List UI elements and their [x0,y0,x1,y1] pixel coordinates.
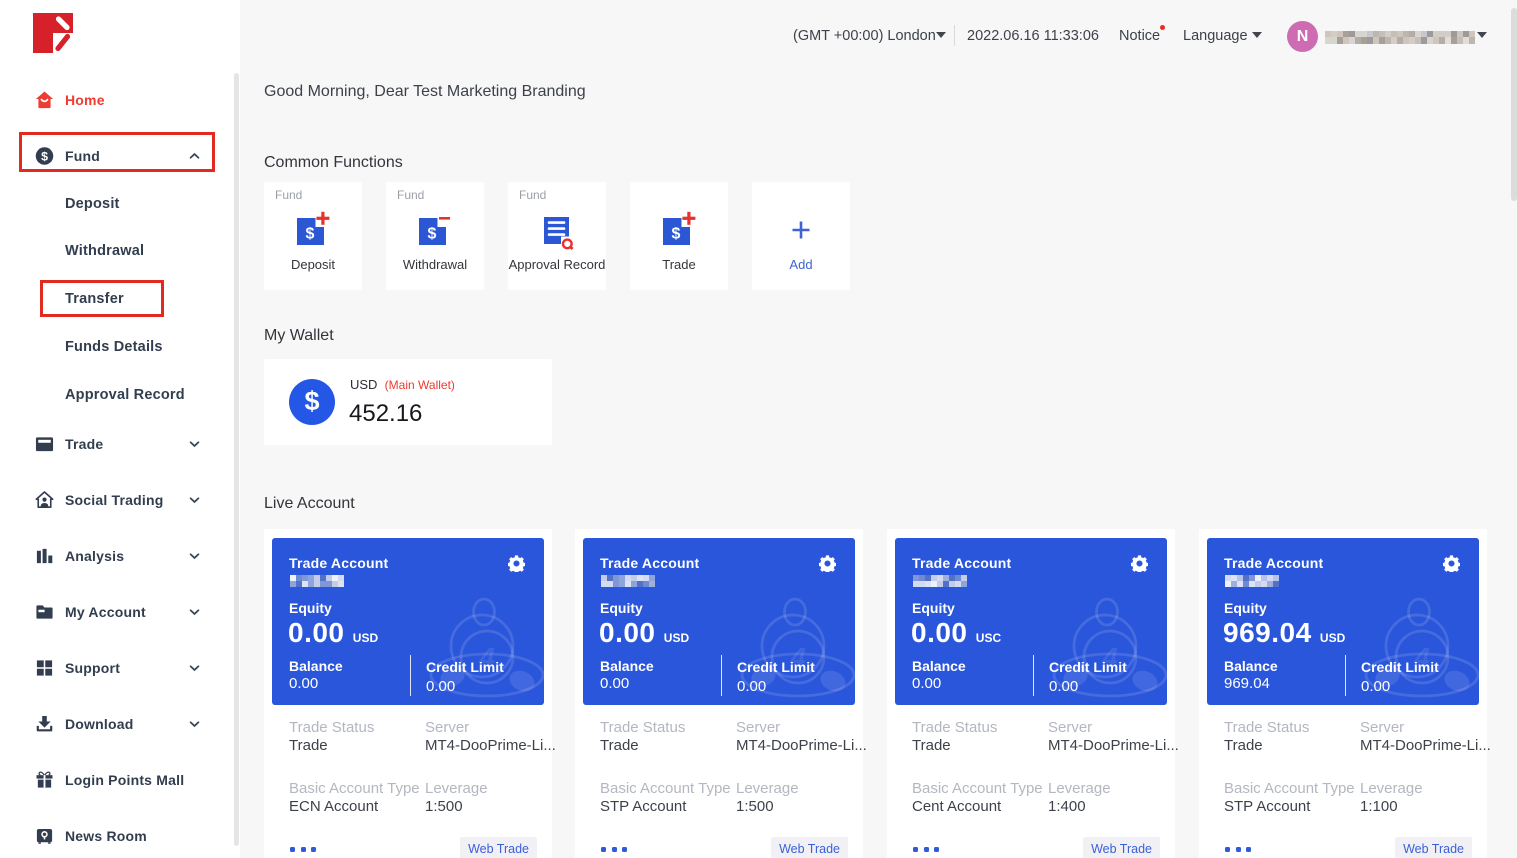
svg-text:$: $ [306,226,315,243]
svg-text:$: $ [428,226,437,243]
svg-text:$: $ [672,226,681,243]
